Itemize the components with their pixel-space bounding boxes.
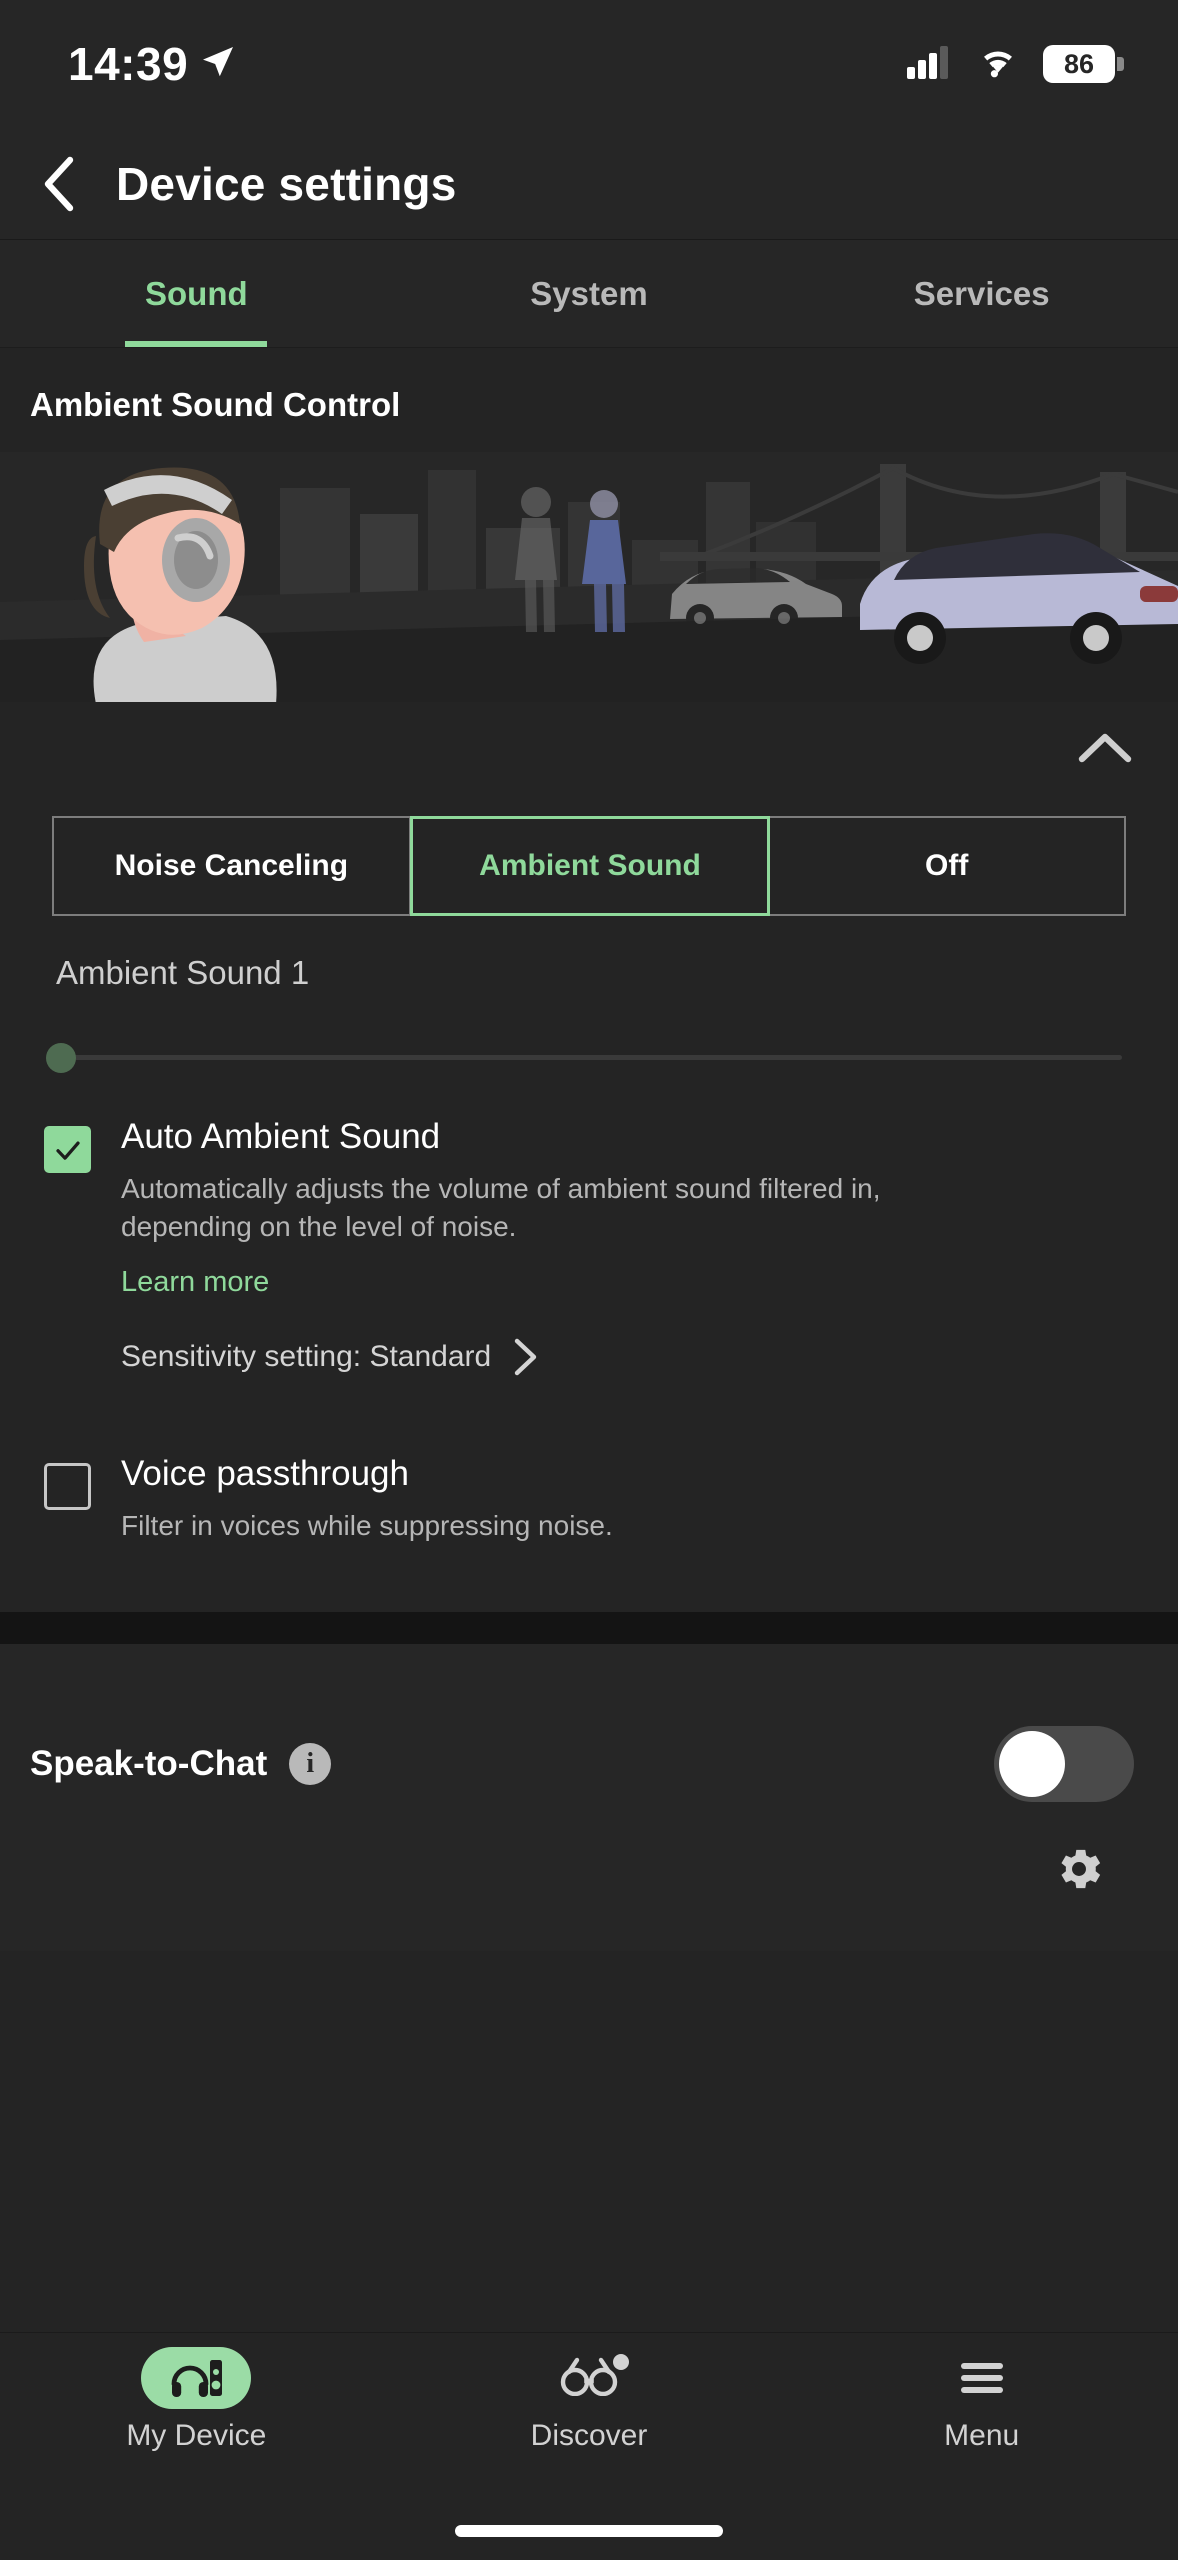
menu-icon-wrap bbox=[927, 2347, 1037, 2409]
battery-indicator: 86 bbox=[1043, 45, 1124, 83]
bottom-navigation-bar: My Device Discover Menu bbox=[0, 2332, 1178, 2502]
settings-tab-bar: Sound System Services bbox=[0, 240, 1178, 348]
voice-passthrough-checkbox[interactable] bbox=[44, 1462, 91, 1510]
binoculars-icon bbox=[559, 2353, 629, 2401]
auto-ambient-sound-description: Automatically adjusts the volume of ambi… bbox=[121, 1173, 881, 1242]
status-bar-left: 14:39 bbox=[68, 37, 236, 91]
status-bar: 14:39 86 bbox=[0, 0, 1178, 128]
location-arrow-icon bbox=[200, 44, 236, 85]
auto-ambient-sound-body: Auto Ambient Sound Automatically adjusts… bbox=[91, 1116, 951, 1377]
illustration-collapse-row bbox=[0, 702, 1178, 798]
sensitivity-setting-label: Sensitivity setting: Standard bbox=[121, 1339, 492, 1373]
voice-passthrough-body: Voice passthrough Filter in voices while… bbox=[91, 1453, 613, 1545]
gear-icon bbox=[1061, 1850, 1101, 1889]
voice-passthrough-title: Voice passthrough bbox=[121, 1453, 409, 1493]
my-device-pill bbox=[141, 2347, 252, 2409]
section-divider bbox=[0, 1612, 1178, 1645]
checkmark-icon bbox=[55, 1141, 80, 1160]
hamburger-menu-icon bbox=[960, 2363, 1003, 2393]
speak-to-chat-settings-row bbox=[0, 1824, 1178, 1951]
app-screen: 14:39 86 Device settings Sound System Se… bbox=[0, 0, 1178, 2560]
ambient-level-slider[interactable] bbox=[0, 992, 1178, 1082]
discover-icon-wrap bbox=[534, 2347, 644, 2409]
ambient-mode-segmented-control: Noise Canceling Ambient Sound Off bbox=[52, 816, 1126, 916]
learn-more-link[interactable]: Learn more bbox=[121, 1266, 269, 1299]
status-bar-clock: 14:39 bbox=[68, 38, 189, 90]
sensitivity-setting-row[interactable]: Sensitivity setting: Standard bbox=[121, 1337, 951, 1377]
auto-ambient-sound-title: Auto Ambient Sound bbox=[121, 1117, 441, 1156]
mode-ambient-sound[interactable]: Ambient Sound bbox=[409, 816, 771, 916]
back-button[interactable] bbox=[24, 148, 96, 220]
headphones-device-icon bbox=[171, 2360, 223, 2397]
speak-to-chat-title: Speak-to-Chat bbox=[30, 1744, 268, 1784]
ambient-sound-control-title: Ambient Sound Control bbox=[30, 386, 401, 423]
cellular-bars-icon bbox=[907, 45, 953, 84]
tab-system[interactable]: System bbox=[393, 240, 786, 347]
status-bar-right: 86 bbox=[907, 45, 1124, 84]
chevron-left-icon bbox=[44, 156, 74, 211]
nav-item-my-device[interactable]: My Device bbox=[0, 2347, 393, 2453]
ambient-level-label: Ambient Sound 1 bbox=[56, 954, 310, 991]
voice-passthrough-description: Filter in voices while suppressing noise… bbox=[121, 1509, 613, 1541]
mode-noise-canceling[interactable]: Noise Canceling bbox=[54, 818, 411, 914]
battery-cap-icon bbox=[1117, 57, 1124, 71]
info-icon[interactable]: i bbox=[289, 1743, 332, 1786]
nav-label-my-device: My Device bbox=[126, 2419, 267, 2452]
home-indicator-area bbox=[0, 2502, 1178, 2560]
speak-to-chat-left: Speak-to-Chat i bbox=[30, 1743, 332, 1786]
slider-track bbox=[56, 1055, 1122, 1060]
tab-services[interactable]: Services bbox=[785, 240, 1178, 347]
ambient-sound-illustration bbox=[0, 452, 1178, 702]
auto-ambient-sound-row[interactable]: Auto Ambient Sound Automatically adjusts… bbox=[0, 1082, 1178, 1377]
speak-to-chat-toggle[interactable] bbox=[994, 1726, 1134, 1803]
wifi-icon bbox=[975, 45, 1021, 84]
nav-item-discover[interactable]: Discover bbox=[393, 2347, 786, 2453]
toggle-knob bbox=[999, 1731, 1065, 1798]
speak-to-chat-row: Speak-to-Chat i bbox=[0, 1644, 1178, 1824]
nav-label-menu: Menu bbox=[944, 2419, 1020, 2452]
settings-content: Ambient Sound Control Noise Canceling Am… bbox=[0, 348, 1178, 2332]
gear-button[interactable] bbox=[1052, 1842, 1106, 1901]
battery-level-badge: 86 bbox=[1043, 45, 1115, 83]
chevron-up-icon bbox=[1078, 733, 1132, 762]
nav-label-discover: Discover bbox=[530, 2419, 648, 2452]
auto-ambient-sound-checkbox[interactable] bbox=[44, 1126, 91, 1173]
tab-sound[interactable]: Sound bbox=[0, 240, 393, 347]
home-indicator bbox=[455, 2525, 723, 2537]
nav-item-menu[interactable]: Menu bbox=[785, 2347, 1178, 2453]
slider-thumb[interactable] bbox=[46, 1043, 76, 1073]
chevron-right-icon bbox=[515, 1338, 537, 1375]
page-title: Device settings bbox=[116, 157, 457, 210]
voice-passthrough-row[interactable]: Voice passthrough Filter in voices while… bbox=[0, 1377, 1178, 1545]
title-bar: Device settings bbox=[0, 128, 1178, 240]
collapse-button[interactable] bbox=[1078, 731, 1132, 770]
mode-off[interactable]: Off bbox=[769, 818, 1125, 914]
speak-to-chat-section: Speak-to-Chat i bbox=[0, 1644, 1178, 1952]
discover-badge-dot bbox=[613, 2353, 629, 2370]
